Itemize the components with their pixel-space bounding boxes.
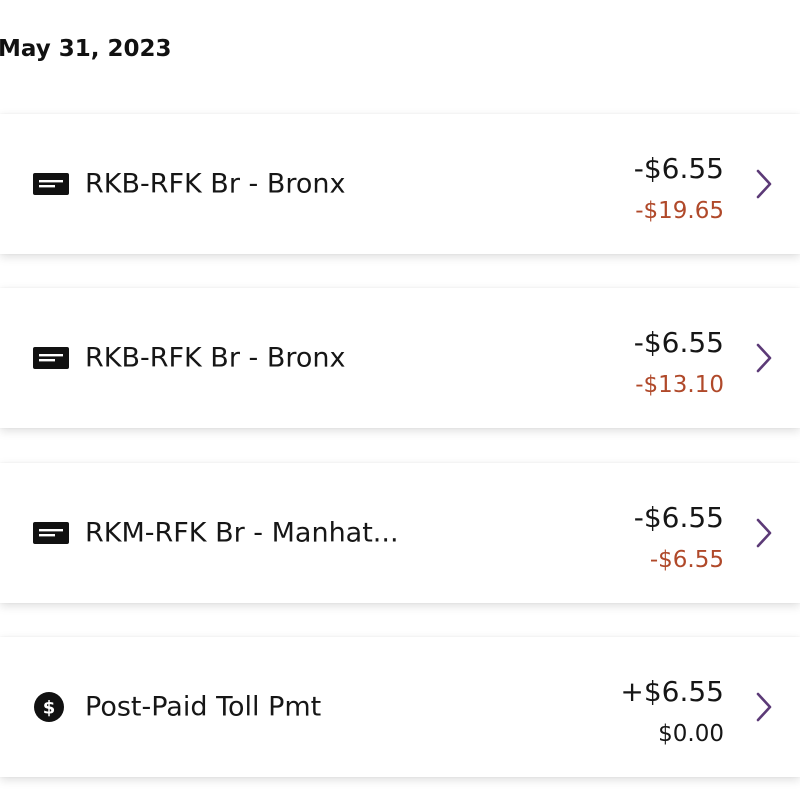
transaction-title: RKM-RFK Br - Manhat...	[85, 517, 399, 549]
running-balance: -$19.65	[635, 198, 724, 224]
chevron-right-icon[interactable]	[754, 342, 774, 374]
transaction-amount: -$6.55	[633, 326, 724, 359]
running-balance: -$6.55	[649, 547, 724, 573]
transaction-amount: +$6.55	[620, 675, 724, 708]
transaction-row[interactable]: RKB-RFK Br - Bronx -$6.55 -$13.10	[0, 288, 800, 428]
chevron-right-icon[interactable]	[754, 691, 774, 723]
chevron-right-icon[interactable]	[754, 517, 774, 549]
tag-icon	[33, 522, 69, 544]
running-balance: $0.00	[658, 721, 724, 747]
transaction-title: RKB-RFK Br - Bronx	[85, 168, 346, 200]
transaction-history-page: May 31, 2023 RKB-RFK Br - Bronx -$6.55 -…	[0, 0, 800, 800]
transaction-row[interactable]: $ Post-Paid Toll Pmt +$6.55 $0.00	[0, 637, 800, 777]
transaction-row[interactable]: RKM-RFK Br - Manhat... -$6.55 -$6.55	[0, 463, 800, 603]
transaction-amount: -$6.55	[633, 152, 724, 185]
chevron-right-icon[interactable]	[754, 168, 774, 200]
transaction-title: RKB-RFK Br - Bronx	[85, 342, 346, 374]
dollar-icon: $	[33, 691, 65, 723]
running-balance: -$13.10	[635, 372, 724, 398]
tag-icon	[33, 173, 69, 195]
transaction-row[interactable]: RKB-RFK Br - Bronx -$6.55 -$19.65	[0, 114, 800, 254]
tag-icon	[33, 347, 69, 369]
svg-text:$: $	[43, 698, 56, 719]
transaction-amount: -$6.55	[633, 501, 724, 534]
date-header: May 31, 2023	[0, 36, 172, 62]
transaction-title: Post-Paid Toll Pmt	[85, 691, 322, 723]
